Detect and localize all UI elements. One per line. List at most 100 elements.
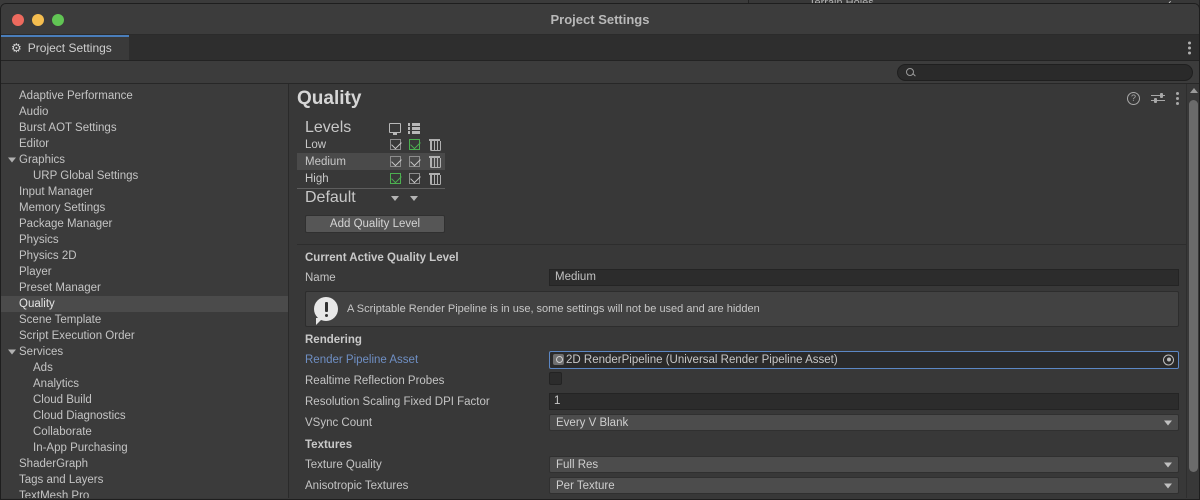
levels-grid[interactable]: Low Medium High <box>297 136 1199 187</box>
sidebar-item-label: Script Execution Order <box>19 330 135 342</box>
server-checkbox[interactable] <box>408 139 420 150</box>
standalone-checkbox[interactable] <box>389 173 401 184</box>
chevron-down-icon <box>1164 483 1172 488</box>
sidebar-item-physics[interactable]: Physics <box>1 232 288 248</box>
sidebar-item-tags-and-layers[interactable]: Tags and Layers <box>1 472 288 488</box>
panel-scrollbar[interactable] <box>1186 84 1199 498</box>
resolution-scaling-dpi-label: Resolution Scaling Fixed DPI Factor <box>305 395 490 408</box>
sidebar-item-scene-template[interactable]: Scene Template <box>1 312 288 328</box>
server-checkbox[interactable] <box>408 156 420 167</box>
render-pipeline-asset-field[interactable]: 2D RenderPipeline (Universal Render Pipe… <box>549 350 1179 369</box>
texture-quality-dropdown[interactable]: Full Res <box>549 456 1179 473</box>
quality-level-cell <box>405 156 424 167</box>
monitor-icon <box>386 123 405 135</box>
quality-level-row[interactable]: High <box>297 170 445 187</box>
sidebar-item-label: Cloud Build <box>33 394 92 406</box>
levels-label: Levels <box>305 119 352 136</box>
preset-icon[interactable] <box>1151 92 1165 105</box>
quality-level-row[interactable]: Low <box>297 136 445 153</box>
sidebar-item-textmesh-pro[interactable]: TextMesh Pro <box>1 488 288 498</box>
sidebar-item-memory-settings[interactable]: Memory Settings <box>1 200 288 216</box>
anisotropic-textures-dropdown[interactable]: Per Texture <box>549 477 1179 494</box>
settings-sidebar[interactable]: Adaptive Performance Audio Burst AOT Setti… <box>1 84 289 498</box>
name-label: Name <box>305 271 336 284</box>
texture-quality-value: Full Res <box>556 458 599 471</box>
sidebar-item-adaptive-performance[interactable]: Adaptive Performance <box>1 88 288 104</box>
stack-icon <box>405 122 424 134</box>
sidebar-item-label: Package Manager <box>19 218 113 230</box>
default-platform-caret-icon[interactable] <box>386 195 405 201</box>
realtime-reflection-probes-checkbox[interactable] <box>549 371 562 385</box>
levels-header-row: Levels <box>297 119 445 136</box>
texture-quality-control: Full Res <box>549 456 1179 473</box>
sidebar-item-label: Scene Template <box>19 314 102 326</box>
sidebar-item-label: Physics 2D <box>19 250 77 262</box>
trash-icon[interactable] <box>428 139 441 151</box>
chevron-down-icon[interactable] <box>8 349 16 355</box>
quality-level-cell <box>405 139 424 150</box>
standalone-checkbox[interactable] <box>389 139 401 150</box>
sidebar-item-label: Memory Settings <box>19 202 106 214</box>
sidebar-item-package-manager[interactable]: Package Manager <box>1 216 288 232</box>
sidebar-item-graphics[interactable]: Graphics <box>1 152 288 168</box>
window-title: Project Settings <box>550 12 650 27</box>
sidebar-item-services[interactable]: Services <box>1 344 288 360</box>
sidebar-item-label: Audio <box>19 106 49 118</box>
sidebar-item-urp-global-settings[interactable]: URP Global Settings <box>1 168 288 184</box>
vsync-count-control: Every V Blank <box>549 414 1179 431</box>
current-active-quality-level-title: Current Active Quality Level <box>305 252 459 264</box>
chevron-down-icon[interactable] <box>8 157 16 163</box>
sidebar-item-script-execution-order[interactable]: Script Execution Order <box>1 328 288 344</box>
trash-icon[interactable] <box>428 156 441 168</box>
quality-level-row[interactable]: Medium <box>297 153 445 170</box>
sidebar-item-physics-2d[interactable]: Physics 2D <box>1 248 288 264</box>
sidebar-item-player[interactable]: Player <box>1 264 288 280</box>
quality-level-delete-cell <box>424 156 445 168</box>
tab-project-settings[interactable]: ⚙ Project Settings <box>1 35 129 60</box>
quality-level-name: Low <box>305 138 327 151</box>
sidebar-item-cloud-diagnostics[interactable]: Cloud Diagnostics <box>1 408 288 424</box>
sidebar-item-shadergraph[interactable]: ShaderGraph <box>1 456 288 472</box>
render-pipeline-asset-control: 2D RenderPipeline (Universal Render Pipe… <box>549 350 1179 369</box>
sidebar-item-label: Analytics <box>33 378 80 390</box>
quality-level-cell <box>386 139 405 150</box>
sidebar-item-ads[interactable]: Ads <box>1 360 288 376</box>
search-input[interactable] <box>920 66 1184 79</box>
window-menu-kebab-icon[interactable] <box>1188 41 1191 54</box>
sidebar-item-input-manager[interactable]: Input Manager <box>1 184 288 200</box>
sidebar-item-audio[interactable]: Audio <box>1 104 288 120</box>
panel-kebab-icon[interactable] <box>1176 92 1179 105</box>
quality-level-name: High <box>305 172 329 185</box>
vsync-count-dropdown[interactable]: Every V Blank <box>549 414 1179 431</box>
resolution-scaling-dpi-input[interactable]: 1 <box>549 393 1179 410</box>
sidebar-item-quality[interactable]: Quality <box>1 296 288 312</box>
default-server-caret-icon[interactable] <box>405 195 424 201</box>
search-box[interactable] <box>897 64 1193 81</box>
scroll-up-arrow-icon[interactable] <box>1190 88 1198 93</box>
help-icon[interactable]: ? <box>1127 92 1140 105</box>
warning-icon <box>314 297 338 325</box>
sidebar-item-preset-manager[interactable]: Preset Manager <box>1 280 288 296</box>
vsync-count-value: Every V Blank <box>556 416 629 429</box>
sidebar-item-burst-aot-settings[interactable]: Burst AOT Settings <box>1 120 288 136</box>
sidebar-item-in-app-purchasing[interactable]: In-App Purchasing <box>1 440 288 456</box>
sidebar-item-cloud-build[interactable]: Cloud Build <box>1 392 288 408</box>
add-quality-level-button[interactable]: Add Quality Level <box>305 215 445 233</box>
scrollbar-thumb[interactable] <box>1189 100 1198 472</box>
standalone-checkbox[interactable] <box>389 156 401 167</box>
tabbar: ⚙ Project Settings <box>1 35 1199 61</box>
trash-icon[interactable] <box>428 173 441 185</box>
name-value[interactable]: Medium <box>549 269 1179 286</box>
sidebar-item-editor[interactable]: Editor <box>1 136 288 152</box>
render-pipeline-asset-label[interactable]: Render Pipeline Asset <box>297 354 549 366</box>
vsync-count-row: VSync Count Every V Blank <box>297 413 1199 432</box>
anisotropic-textures-control: Per Texture <box>549 477 1179 494</box>
object-picker-icon[interactable] <box>1163 354 1174 365</box>
server-checkbox[interactable] <box>408 173 420 184</box>
sidebar-item-collaborate[interactable]: Collaborate <box>1 424 288 440</box>
sidebar-item-analytics[interactable]: Analytics <box>1 376 288 392</box>
render-pipeline-asset-row: Render Pipeline Asset 2D RenderPipeline … <box>297 350 1199 369</box>
sidebar-item-label: TextMesh Pro <box>19 490 90 498</box>
textures-section-title: Textures <box>305 439 353 451</box>
sidebar-item-label: Editor <box>19 138 50 150</box>
